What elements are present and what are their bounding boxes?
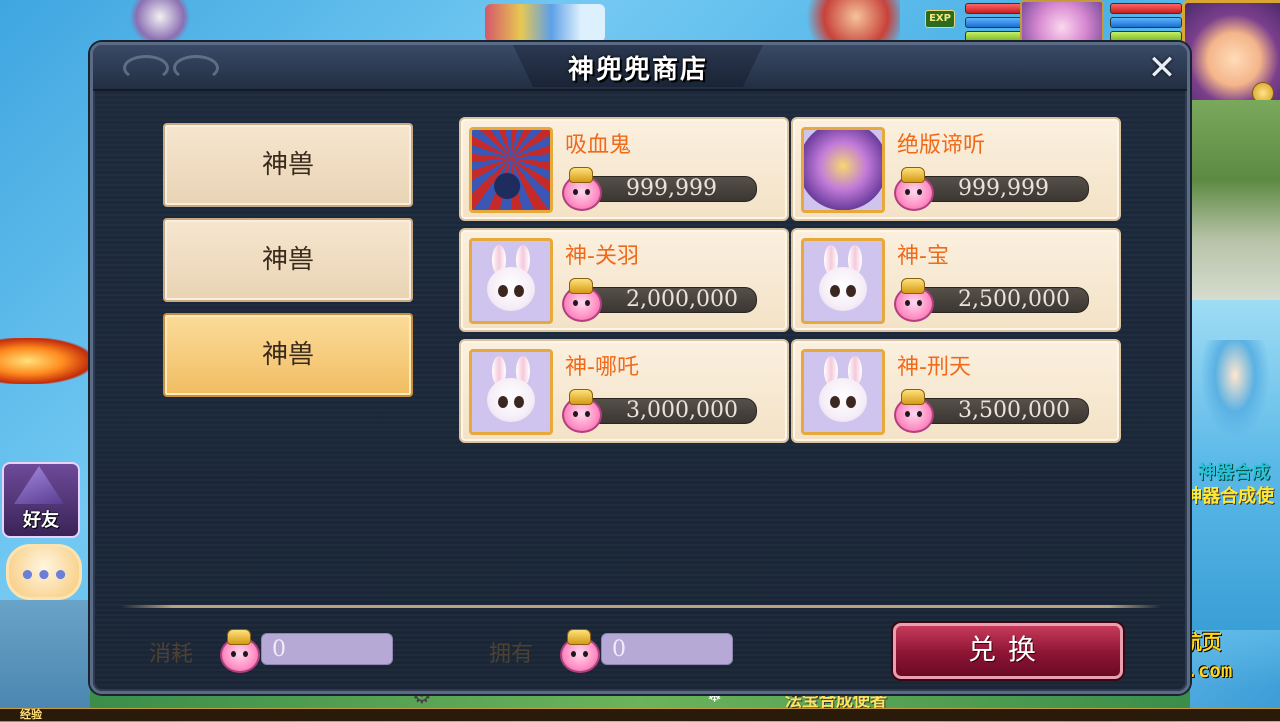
panel-header: 神兜兜商店 ✕ [93,45,1187,91]
npc-character-sprite [790,0,900,42]
npc-name-label: 神器合成 [1198,462,1270,483]
chat-button[interactable]: ••• [0,534,82,606]
item-price: 2,500,000 [958,287,1070,312]
white-bunny-icon [801,238,885,324]
tab-divine-beast-3[interactable]: 神兽 [163,313,413,397]
tab-divine-beast-2[interactable]: 神兽 [163,218,413,302]
item-name: 神-关羽 [565,244,639,269]
white-bunny-icon [801,349,885,435]
umbrella-demon-icon [469,127,553,213]
pig-coin-icon [891,278,934,322]
top-character-sprite [125,0,195,42]
pet-avatar[interactable] [1020,0,1104,46]
cost-label: 消耗 [149,642,194,667]
friends-label: 好友 [23,510,59,531]
swirl-ornament-icon [123,55,169,81]
exchange-button[interactable]: 兑换 [893,623,1123,679]
owned-field: 0 [601,633,733,665]
panel-title: 神兜兜商店 [567,55,708,85]
exp-bar [0,708,1280,721]
item-price: 3,000,000 [626,398,738,423]
item-name: 吸血鬼 [565,133,632,158]
cost-field: 0 [261,633,393,665]
item-name: 神-刑天 [897,355,971,380]
exp-badge: EXP [925,10,955,28]
shop-item-card[interactable]: 神-关羽 2,000,000 [459,228,789,332]
item-price: 999,999 [626,176,717,201]
pig-coin-icon [891,167,934,211]
chat-bubble-icon: ••• [6,544,82,600]
friends-button[interactable]: 好友 [2,462,80,538]
npc-title-label: 神器合成使 [1184,486,1274,507]
shop-item-card[interactable]: 吸血鬼 999,999 [459,117,789,221]
item-name: 神-宝 [897,244,949,269]
white-bunny-icon [469,238,553,324]
white-bunny-icon [469,349,553,435]
shop-item-card[interactable]: 神-刑天 3,500,000 [791,339,1121,443]
pig-coin-icon [891,389,934,433]
pig-coin-icon [217,629,260,673]
gift-box-decoration [485,4,605,42]
npc-sprite[interactable] [1200,340,1270,440]
tab-divine-beast-1[interactable]: 神兽 [163,123,413,207]
owned-label: 拥有 [489,642,534,667]
pig-coin-icon [559,389,602,433]
scene-courtyard [1185,100,1280,300]
close-button[interactable]: ✕ [1143,49,1181,87]
chat-dots: ••• [19,561,69,591]
item-name: 神-哪吒 [565,355,639,380]
swirl-ornament-icon [173,55,219,81]
hat-icon [14,466,64,504]
item-price: 2,000,000 [626,287,738,312]
shop-item-card[interactable]: 神-哪吒 3,000,000 [459,339,789,443]
scene-left-ground [0,600,90,710]
pig-coin-icon [559,167,602,211]
shop-item-card[interactable]: 神-宝 2,500,000 [791,228,1121,332]
shop-item-card[interactable]: 绝版谛听 999,999 [791,117,1121,221]
divider [121,605,1161,608]
item-name: 绝版谛听 [897,133,986,158]
item-price: 3,500,000 [958,398,1070,423]
purple-lion-icon [801,127,885,213]
player-status-bars [1110,3,1182,45]
item-price: 999,999 [958,176,1049,201]
fire-effect [0,338,92,384]
pig-coin-icon [557,629,600,673]
shop-panel: 神兜兜商店 ✕ 神兽 神兽 神兽 吸血鬼 999,999 绝版谛听 999,99… [90,42,1190,694]
pig-coin-icon [559,278,602,322]
